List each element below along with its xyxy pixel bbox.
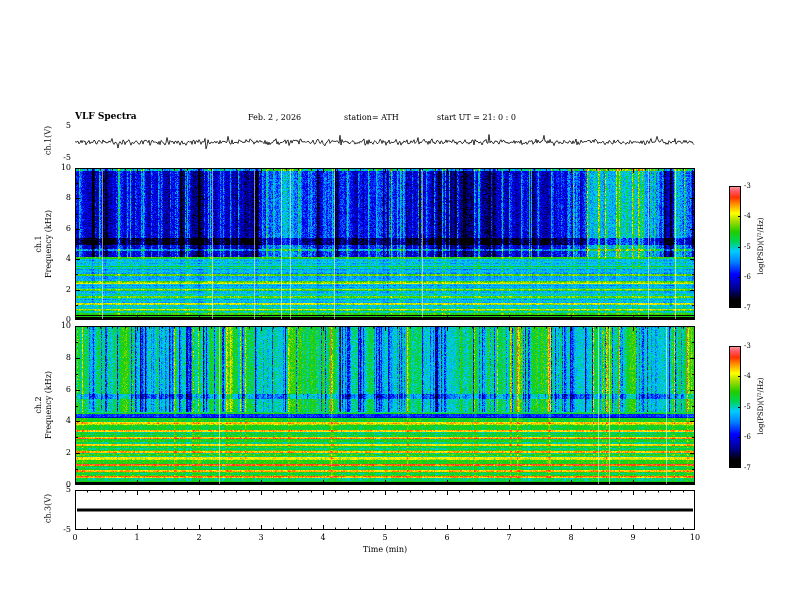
ch2-colorbar-tick: -4: [744, 372, 751, 380]
ch1-colorbar-tick: -4: [744, 212, 751, 220]
time-xtick: 2: [189, 533, 209, 542]
ch2-spec-ytick: 2: [48, 448, 71, 457]
vlf-spectra-figure: VLF Spectra Feb. 2 , 2026 station= ATH s…: [0, 0, 792, 612]
ch1-spec-ytick: 10: [48, 163, 71, 172]
ch2-colorbar-tick: -5: [744, 403, 751, 411]
ch1-spec-ytick: 2: [48, 285, 71, 294]
time-xtick: 5: [375, 533, 395, 542]
ch1-colorbar-tick: -5: [744, 243, 751, 251]
time-xtick: 0: [65, 533, 85, 542]
time-xtick: 9: [623, 533, 643, 542]
ch2-colorbar-tick: -3: [744, 342, 751, 350]
ch2-spectrogram-axis-label: ch.2 Frequency (kHz): [34, 353, 54, 457]
time-xtick: 7: [499, 533, 519, 542]
ch1-colorbar-tick: -6: [744, 273, 751, 281]
time-axis-label: Time (min): [345, 545, 425, 554]
time-xtick: 10: [685, 533, 705, 542]
ch1-waveform-canvas: [75, 126, 695, 158]
ch2-spectrogram-canvas: [75, 326, 695, 485]
ch2-colorbar-canvas: [729, 346, 741, 468]
ch1-spectrogram-canvas: [75, 168, 695, 320]
ch1-colorbar-label: log(PSD)(V²/Hz): [757, 201, 765, 291]
date-label: Feb. 2 , 2026: [248, 113, 301, 122]
ch2-colorbar-label: log(PSD)(V²/Hz): [757, 361, 765, 451]
ch1-spectrogram-axis-label: ch.1 Frequency (kHz): [34, 192, 54, 296]
start-ut-label: start UT = 21: 0 : 0: [437, 113, 516, 122]
ch2-colorbar-tick: -6: [744, 433, 751, 441]
ch2-axis-line1: ch.2: [34, 353, 44, 457]
ch1-voltage-ytick: 5: [52, 121, 71, 130]
ch2-colorbar-tick: -7: [744, 464, 751, 472]
time-xtick: 6: [437, 533, 457, 542]
ch1-voltage-ytick: -5: [52, 153, 71, 162]
ch1-colorbar-tick: -7: [744, 304, 751, 312]
ch1-colorbar-tick: -3: [744, 182, 751, 190]
ch2-spec-ytick: 8: [48, 353, 71, 362]
ch1-spec-ytick: 4: [48, 254, 71, 263]
ch1-axis-line1: ch.1: [34, 192, 44, 296]
ch2-spec-ytick: 4: [48, 416, 71, 425]
ch2-axis-line2: Frequency (kHz): [44, 353, 54, 457]
time-xtick: 4: [313, 533, 333, 542]
time-xtick: 3: [251, 533, 271, 542]
time-xtick: 1: [127, 533, 147, 542]
ch1-spec-ytick: 8: [48, 193, 71, 202]
figure-title: VLF Spectra: [75, 112, 137, 122]
ch2-spec-ytick: 6: [48, 385, 71, 394]
ch2-spec-ytick: 10: [48, 321, 71, 330]
time-xtick: 8: [561, 533, 581, 542]
ch1-colorbar-canvas: [729, 186, 741, 308]
ch2-spec-ytick: 0: [48, 480, 71, 489]
ch1-axis-line2: Frequency (kHz): [44, 192, 54, 296]
station-label: station= ATH: [344, 113, 399, 122]
ch1-spec-ytick: 6: [48, 224, 71, 233]
ch3-waveform-canvas: [75, 490, 695, 530]
